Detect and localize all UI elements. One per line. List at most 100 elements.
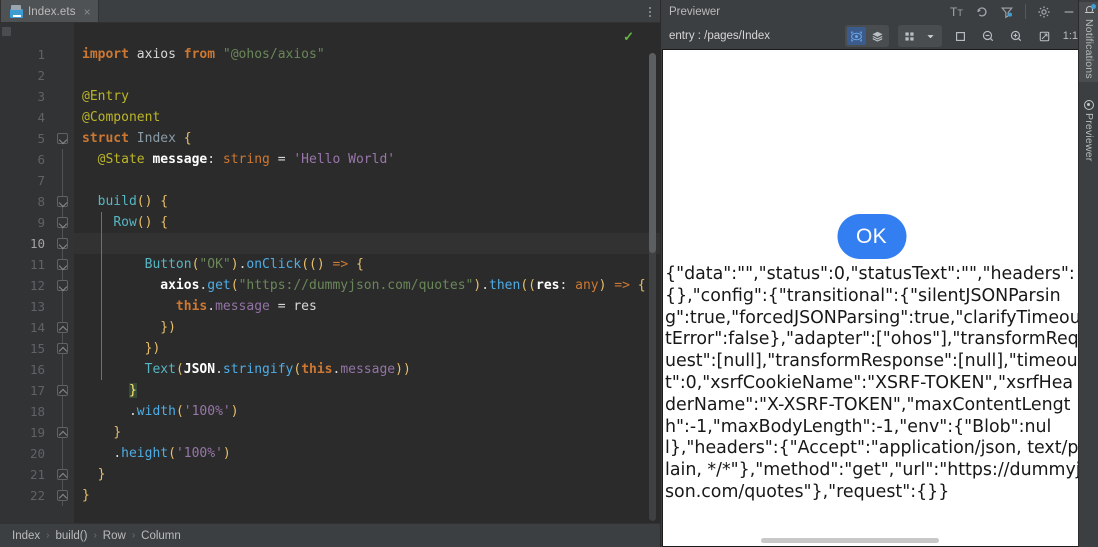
bell-icon <box>1084 4 1096 16</box>
zoom-in-icon[interactable] <box>1007 27 1026 45</box>
device-horizontal-scrollbar[interactable] <box>761 538 939 543</box>
layers-icon[interactable] <box>868 27 887 45</box>
editor-vertical-scrollbar[interactable] <box>649 53 656 521</box>
editor-tab-index-ets[interactable]: Index.ets × <box>0 0 99 23</box>
settings-gear-icon[interactable] <box>1037 5 1051 19</box>
chevron-down-icon[interactable] <box>921 27 940 45</box>
bracket-guide <box>101 212 102 380</box>
line-number: 14 <box>29 320 45 335</box>
code-line-12: axios.get("https://dummyjson.com/quotes"… <box>160 278 646 293</box>
zoom-out-icon[interactable] <box>979 27 998 45</box>
tab-label: Index.ets <box>28 5 76 18</box>
grid-layout-icon[interactable] <box>900 27 919 45</box>
inspector-icon[interactable] <box>846 27 866 45</box>
code-line-11: Button("OK").onClick(() => { <box>144 257 364 272</box>
breadcrumb-separator: › <box>93 530 97 541</box>
breadcrumb-item-column[interactable]: Column <box>141 530 181 542</box>
code-line-19: } <box>113 425 122 440</box>
fold-collapse-icon[interactable] <box>57 259 68 270</box>
line-number-gutter: 1 2 3 4 5 6 7 8 9 10 11 12 13 14 15 16 1… <box>14 23 52 523</box>
fold-row <box>52 212 74 233</box>
breadcrumb-item-build[interactable]: build() <box>55 530 87 542</box>
fold-row <box>52 191 74 212</box>
code-line-9: Row() { <box>113 215 169 230</box>
zoom-ratio-label[interactable]: 1:1 <box>1063 30 1078 42</box>
breadcrumb-item-row[interactable]: Row <box>103 530 126 542</box>
breadcrumb-item-index[interactable]: Index <box>12 530 40 542</box>
line-number: 11 <box>29 257 45 272</box>
breadcrumb: Index › build() › Row › Column <box>0 523 660 547</box>
fold-row <box>52 317 74 338</box>
fold-row <box>52 380 74 401</box>
fold-expand-icon[interactable] <box>57 427 68 438</box>
code-line-3: @Entry <box>82 89 129 104</box>
fold-collapse-icon[interactable] <box>57 196 68 207</box>
line-number: 4 <box>37 110 45 125</box>
fold-row <box>52 65 74 86</box>
fit-screen-icon[interactable] <box>1035 27 1054 45</box>
no-errors-checkmark-icon[interactable]: ✓ <box>623 29 634 45</box>
line-number: 8 <box>37 194 45 209</box>
rail-item-previewer[interactable]: Previewer <box>1079 96 1098 164</box>
line-number: 6 <box>37 152 45 167</box>
line-number: 1 <box>37 47 45 62</box>
previewer-stage: OK {"data":"","status":0,"statusText":""… <box>661 49 1098 547</box>
code-line-20: .height('100%') <box>113 446 231 461</box>
breadcrumb-separator: › <box>46 530 50 541</box>
fold-row <box>52 275 74 296</box>
filter-icon[interactable] <box>1000 5 1014 19</box>
fold-row <box>52 128 74 149</box>
fold-expand-icon[interactable] <box>57 322 68 333</box>
code-folding-gutter <box>52 23 89 523</box>
code-text-area[interactable]: import axios from "@ohos/axios" @Entry @… <box>74 23 660 523</box>
line-number: 3 <box>37 89 45 104</box>
fold-collapse-icon[interactable] <box>57 133 68 144</box>
fold-expand-icon[interactable] <box>57 343 68 354</box>
fold-row <box>52 149 74 170</box>
editor-left-strip <box>0 23 14 523</box>
code-line-4: @Component <box>82 110 161 125</box>
breadcrumb-separator: › <box>131 530 136 541</box>
response-json-text: {"data":"","status":0,"statusText":"","h… <box>665 264 1081 502</box>
line-number-active: 10 <box>29 236 45 251</box>
fold-row <box>52 485 74 506</box>
scrollbar-thumb[interactable] <box>649 53 656 253</box>
fold-row <box>52 443 74 464</box>
editor-panel: Index.ets × 1 2 3 4 5 6 7 8 9 10 11 12 1… <box>0 0 660 547</box>
fold-expand-icon[interactable] <box>57 469 68 480</box>
code-line-18: .width('100%') <box>128 404 239 419</box>
line-number: 13 <box>29 299 45 314</box>
eye-icon <box>1084 100 1094 110</box>
code-line-15: }) <box>144 341 161 356</box>
code-line-6: @State message: string = 'Hello World' <box>97 152 396 167</box>
line-number: 5 <box>37 131 45 146</box>
fold-expand-icon[interactable] <box>57 490 68 501</box>
rail-item-notifications[interactable]: Notifications <box>1079 2 1098 82</box>
line-number: 16 <box>29 362 45 377</box>
ide-window: Index.ets × 1 2 3 4 5 6 7 8 9 10 11 12 1… <box>0 0 1098 547</box>
fold-row <box>52 338 74 359</box>
fold-row <box>52 170 74 191</box>
frame-icon[interactable] <box>951 27 970 45</box>
more-options-icon[interactable] <box>640 0 660 23</box>
fold-row <box>52 254 74 275</box>
code-line-21: } <box>97 467 106 482</box>
text-size-icon[interactable]: TT <box>950 5 964 19</box>
fold-row <box>52 107 74 128</box>
fold-collapse-icon[interactable] <box>57 238 68 249</box>
line-number: 21 <box>29 467 45 482</box>
previewer-header: Previewer TT <box>661 0 1098 23</box>
fold-expand-icon[interactable] <box>57 385 68 396</box>
fold-collapse-icon[interactable] <box>57 217 68 228</box>
refresh-icon[interactable] <box>975 5 989 19</box>
line-number: 9 <box>37 215 45 230</box>
fold-collapse-icon[interactable] <box>57 280 68 291</box>
ok-button[interactable]: OK <box>837 214 906 259</box>
device-preview[interactable]: OK {"data":"","status":0,"statusText":""… <box>662 49 1081 547</box>
line-number: 19 <box>29 425 45 440</box>
fold-row <box>52 296 74 317</box>
close-icon[interactable]: × <box>81 6 91 18</box>
minimize-icon[interactable] <box>1062 5 1076 19</box>
